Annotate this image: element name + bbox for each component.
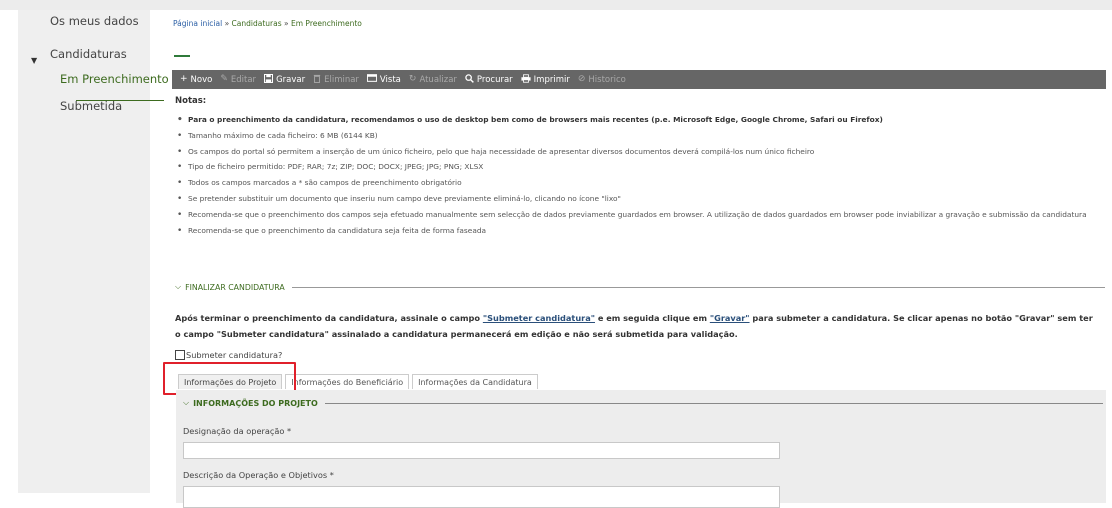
note-item: Tipo de ficheiro permitido: PDF; RAR; 7z… [177, 162, 1088, 173]
caret-down-icon[interactable]: ▼ [31, 56, 37, 65]
panel-title: INFORMAÇÕES DO PROJETO [193, 398, 318, 408]
submeter-checkbox-row[interactable]: Submeter candidatura? [175, 350, 282, 360]
designacao-input[interactable] [183, 442, 780, 459]
informacoes-projeto-panel: ⌵ INFORMAÇÕES DO PROJETO Designação da o… [176, 390, 1106, 508]
new-button[interactable]: + Novo [180, 75, 212, 85]
sidebar-item-os-meus-dados[interactable]: Os meus dados [50, 14, 139, 28]
panel-divider [324, 402, 1103, 404]
notes-heading: Notas: [175, 96, 207, 106]
refresh-button[interactable]: ↻ Atualizar [409, 75, 457, 85]
submeter-checkbox-label[interactable]: Submeter candidatura? [186, 350, 282, 360]
top-strip [0, 0, 1112, 10]
edit-button-label: Editar [230, 74, 257, 85]
instructions-text: Após terminar o preenchimento da candida… [175, 313, 483, 323]
print-icon [521, 73, 531, 86]
save-button-label: Gravar [276, 74, 306, 85]
delete-button-label: Eliminar [324, 74, 359, 85]
note-item: Recomenda-se que o preenchimento da cand… [177, 226, 1088, 237]
history-button-label: Historico [588, 74, 626, 85]
main-content: Página inicial » Candidaturas » Em Preen… [150, 10, 1112, 508]
pencil-icon: ✎ [220, 74, 228, 84]
view-button-label: Vista [379, 74, 401, 85]
edit-button[interactable]: ✎ Editar [220, 75, 256, 85]
sidebar-item-candidaturas[interactable]: Candidaturas [50, 47, 127, 61]
refresh-button-label: Atualizar [419, 74, 457, 85]
breadcrumb-separator: » [284, 19, 289, 28]
history-icon: ⊘ [577, 74, 586, 84]
chevron-down-icon[interactable]: ⌵ [183, 398, 189, 408]
finalizar-title: FINALIZAR CANDIDATURA [185, 282, 285, 292]
view-icon [366, 74, 378, 85]
note-item: Todos os campos marcados a * são campos … [177, 178, 1088, 189]
breadcrumb-candidaturas-link[interactable]: Candidaturas [232, 19, 282, 28]
submeter-checkbox[interactable] [175, 350, 185, 360]
breadcrumb-separator: » [224, 19, 230, 28]
plus-icon: + [180, 74, 188, 84]
note-item: Os campos do portal só permitem a inserç… [177, 147, 1088, 158]
tab-informacoes-beneficiario[interactable]: Informações do Beneficiário [285, 374, 410, 389]
delete-button[interactable]: Eliminar [313, 74, 359, 86]
view-button[interactable]: Vista [366, 74, 401, 85]
notes-list: Para o preenchimento da candidatura, rec… [175, 115, 1088, 241]
sidebar-item-submetida[interactable]: Submetida [60, 99, 122, 113]
descricao-label: Descrição da Operação e Objetivos * [183, 470, 334, 480]
print-button-label: Imprimir [533, 74, 570, 85]
toolbar: + Novo ✎ Editar Gravar Eliminar Vista ↻ [172, 70, 1106, 89]
tab-informacoes-candidatura[interactable]: Informações da Candidatura [412, 374, 538, 389]
history-button[interactable]: ⊘ Historico [578, 75, 626, 85]
breadcrumb-current: Em Preenchimento [291, 19, 362, 28]
search-icon [465, 73, 474, 86]
breadcrumb-home-link[interactable]: Página inicial [173, 19, 222, 28]
designacao-label: Designação da operação * [183, 426, 292, 436]
new-button-label: Novo [190, 74, 213, 85]
chevron-down-icon[interactable]: ⌵ [175, 282, 181, 292]
save-icon [263, 73, 274, 86]
search-button[interactable]: Procurar [465, 73, 513, 86]
gravar-link: "Gravar" [709, 313, 750, 323]
submeter-link: "Submeter candidatura" [482, 313, 595, 323]
note-item: Recomenda-se que o preenchimento dos cam… [177, 210, 1088, 221]
refresh-icon: ↻ [408, 74, 417, 84]
page-title-underline [174, 55, 190, 57]
note-item: Para o preenchimento da candidatura, rec… [177, 115, 1088, 126]
trash-icon [313, 74, 321, 86]
finalizar-fieldset-header[interactable]: ⌵ FINALIZAR CANDIDATURA [175, 281, 1105, 293]
note-item: Se pretender substituir um documento que… [177, 194, 1088, 205]
save-button[interactable]: Gravar [263, 73, 306, 86]
finalizar-instructions: Após terminar o preenchimento da candida… [175, 310, 1100, 342]
print-button[interactable]: Imprimir [521, 73, 570, 86]
sidebar: Os meus dados ▼ Candidaturas Em Preenchi… [18, 10, 169, 493]
note-item: Tamanho máximo de cada ficheiro: 6 MB (6… [177, 131, 1088, 142]
panel-header[interactable]: ⌵ INFORMAÇÕES DO PROJETO [183, 397, 1103, 409]
fieldset-divider [291, 286, 1105, 288]
search-button-label: Procurar [476, 74, 513, 85]
breadcrumb: Página inicial » Candidaturas » Em Preen… [173, 19, 362, 28]
descricao-input[interactable] [183, 486, 780, 508]
instructions-text: e em seguida clique em [594, 313, 710, 323]
